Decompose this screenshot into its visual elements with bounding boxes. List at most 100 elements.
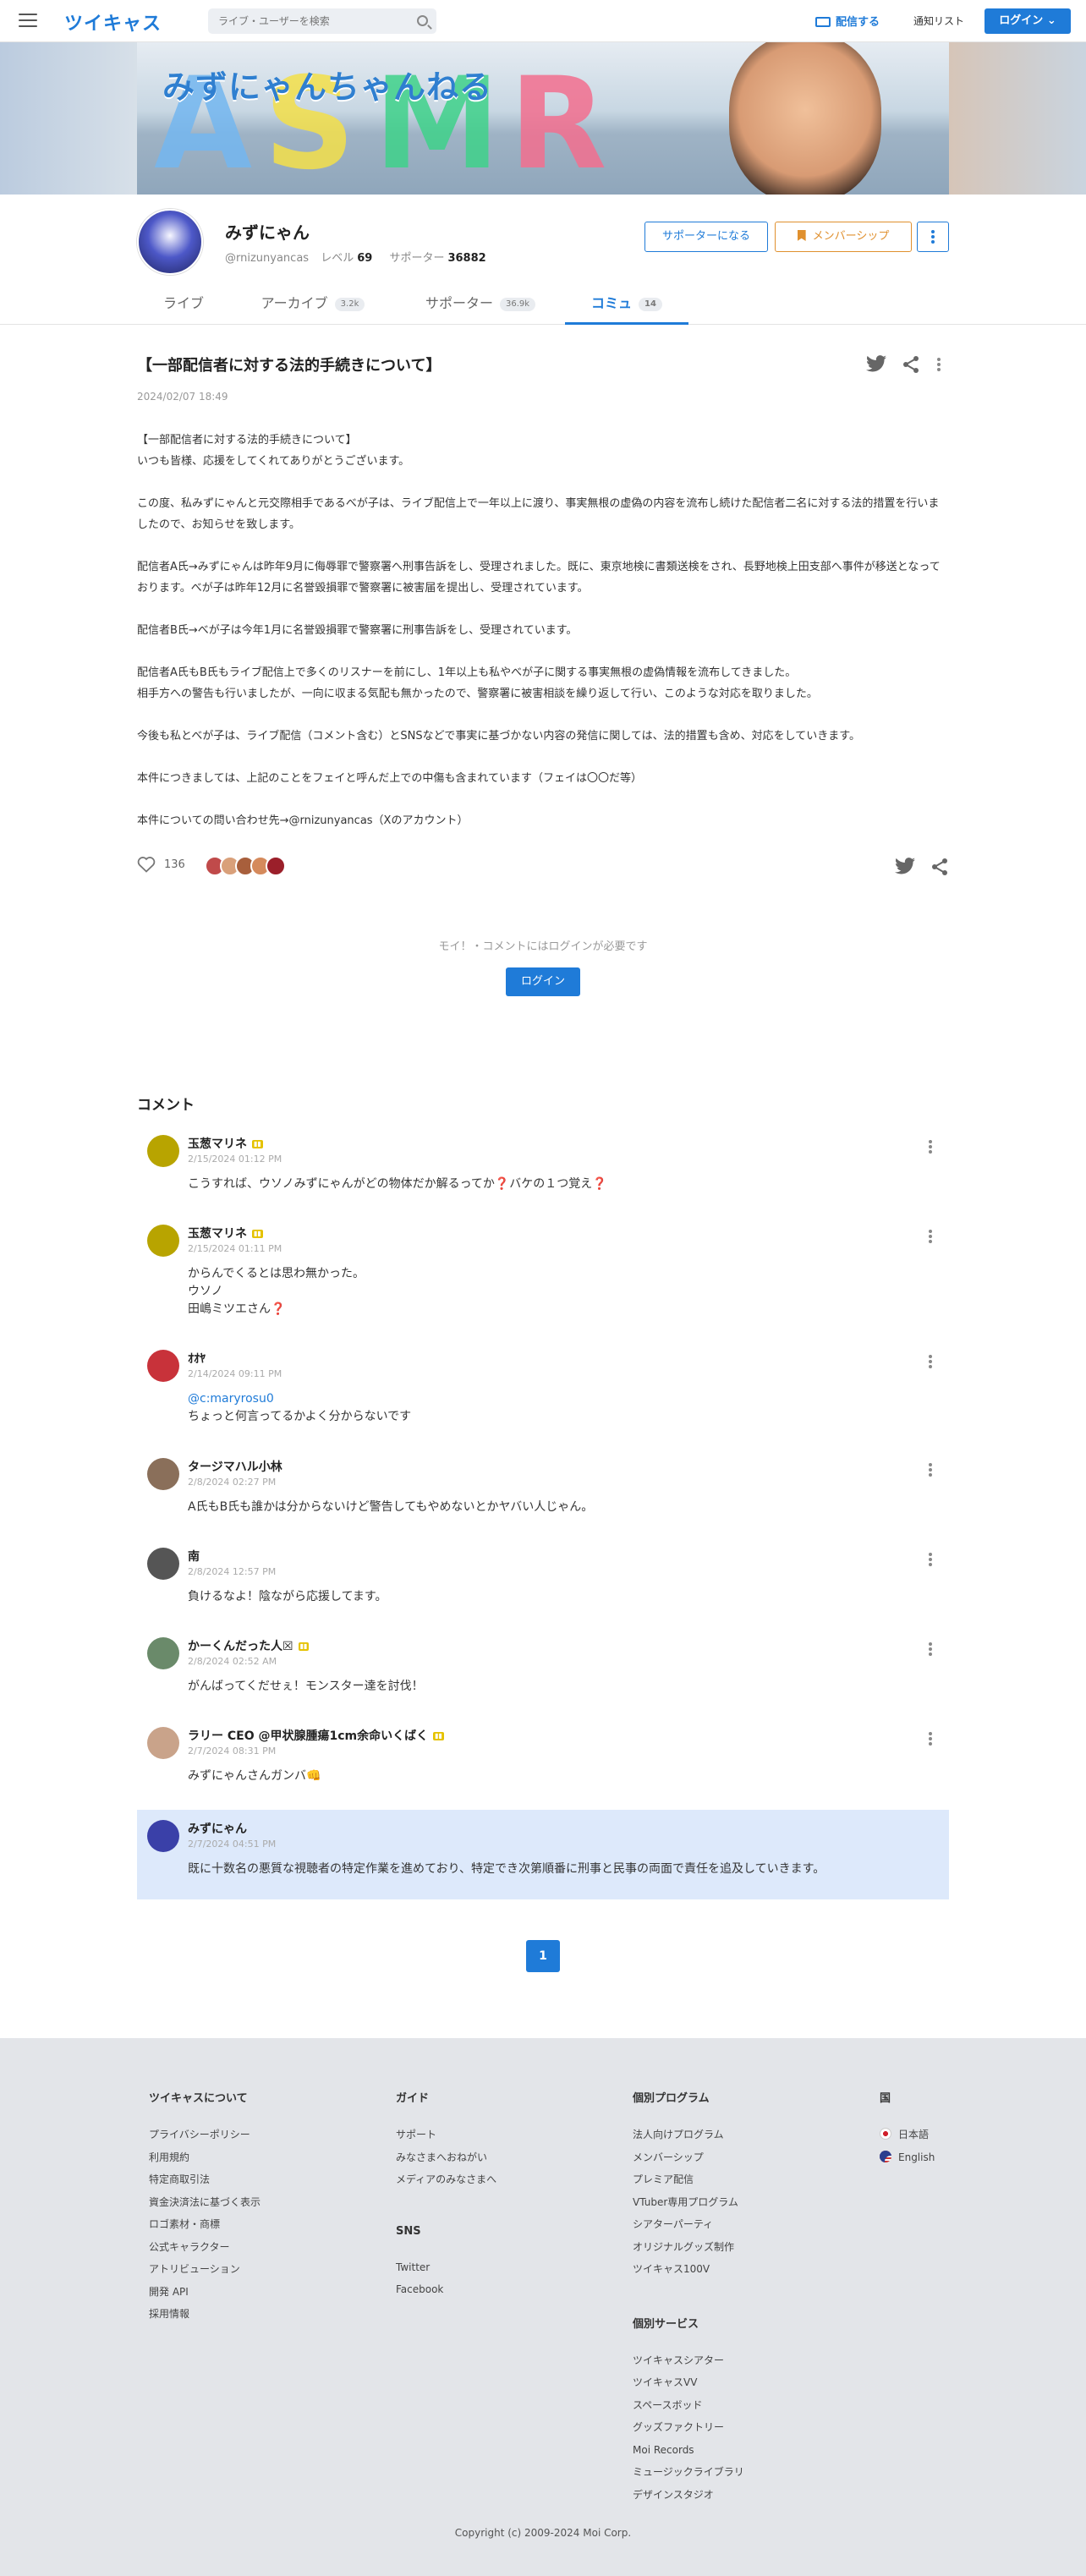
footer-link[interactable]: 日本語	[880, 2124, 935, 2146]
footer-country: 国 日本語 English	[880, 2089, 935, 2168]
japan-flag-icon	[880, 2128, 891, 2140]
comment-date: 2/7/2024 04:51 PM	[188, 1839, 277, 1850]
footer-link[interactable]: メディアのみなさまへ	[396, 2168, 496, 2191]
footer-link[interactable]: 開発 API	[149, 2281, 261, 2304]
become-supporter-button[interactable]: サポーターになる	[644, 222, 768, 252]
commenter-name[interactable]: かーくんだった人☒ ▮▮	[188, 1637, 310, 1654]
footer-link[interactable]: プライバシーポリシー	[149, 2124, 261, 2146]
footer-link[interactable]: デザインスタジオ	[633, 2484, 744, 2507]
comment-more-icon[interactable]	[922, 1641, 939, 1658]
share-icon[interactable]	[930, 858, 949, 876]
notification-list-link[interactable]: 通知リスト	[913, 14, 964, 28]
membership-button[interactable]: メンバーシップ	[775, 222, 912, 252]
footer-link[interactable]: ミュージックライブラリ	[633, 2461, 744, 2484]
search-box[interactable]	[208, 8, 436, 34]
footer-link[interactable]: 資金決済法に基づく表示	[149, 2191, 261, 2214]
post-paragraph: 配信者B氏→べが子は今年1月に名誉毀損罪で警察署に刑事告訴をし、受理されています…	[137, 624, 578, 637]
footer-link[interactable]: English	[880, 2146, 935, 2169]
footer-link[interactable]: ツイキャスシアター	[633, 2349, 744, 2372]
footer-link[interactable]: シアターパーティ	[633, 2213, 744, 2236]
footer-link[interactable]: メンバーシップ	[633, 2146, 744, 2169]
footer-link[interactable]: VTuber専用プログラム	[633, 2191, 744, 2214]
channel-avatar[interactable]	[137, 209, 203, 275]
footer-link[interactable]: Facebook	[396, 2278, 496, 2301]
login-required-note: モイ！・コメントにはログインが必要です	[438, 940, 648, 953]
commenter-name[interactable]: タージマハル小林	[188, 1458, 282, 1475]
commenter-name[interactable]: 玉葱マリネ ▮▮	[188, 1225, 263, 1241]
commenter-avatar[interactable]	[147, 1458, 179, 1490]
bookmark-icon	[797, 230, 806, 241]
like-count: 136	[164, 858, 185, 871]
tab-community[interactable]: コミュ 14	[565, 284, 688, 325]
footer-link[interactable]: アトリビューション	[149, 2258, 261, 2281]
tab-live[interactable]: ライブ	[149, 284, 218, 325]
hamburger-menu-icon[interactable]	[19, 14, 37, 29]
supporter-badge-icon: ▮▮	[252, 1140, 263, 1148]
commenter-name[interactable]: ラリー CEO @甲状腺腫瘍1cm余命いくばく ▮▮	[188, 1727, 444, 1744]
footer-link[interactable]: グッズファクトリー	[633, 2416, 744, 2439]
commenter-avatar[interactable]	[147, 1548, 179, 1580]
commenter-name[interactable]: 玉葱マリネ ▮▮	[188, 1135, 263, 1152]
footer-link[interactable]: サポート	[396, 2124, 496, 2146]
heart-icon[interactable]	[137, 856, 156, 873]
footer-link[interactable]: 特定商取引法	[149, 2168, 261, 2191]
comment-mention-link[interactable]: @c:maryrosu0	[188, 1392, 274, 1406]
more-options-button[interactable]	[917, 222, 949, 252]
copyright: Copyright (c) 2009-2024 Moi Corp.	[454, 2527, 632, 2539]
footer-link[interactable]: ツイキャスVV	[633, 2371, 744, 2394]
commenter-avatar[interactable]	[147, 1350, 179, 1382]
footer-link[interactable]: スペースボッド	[633, 2394, 744, 2417]
comment-more-icon[interactable]	[922, 1730, 939, 1747]
commenter-avatar[interactable]	[147, 1820, 179, 1852]
twitter-share-icon[interactable]	[895, 858, 915, 874]
commenter-avatar[interactable]	[147, 1135, 179, 1167]
comment-item: ｵｵﾔ 2/14/2024 09:11 PM @c:maryrosu0 ちょっと何言…	[137, 1350, 949, 1426]
commenter-name[interactable]: ｵｵﾔ	[188, 1350, 206, 1367]
commenter-name[interactable]: みずにゃん	[188, 1820, 247, 1837]
tab-archive[interactable]: アーカイブ 3.2k	[242, 284, 384, 325]
post-more-icon[interactable]	[930, 355, 947, 374]
footer-link[interactable]: 採用情報	[149, 2303, 261, 2326]
share-icon[interactable]	[902, 355, 920, 374]
search-input[interactable]	[218, 8, 404, 34]
footer-link[interactable]: みなさまへおねがい	[396, 2146, 496, 2169]
comment-more-icon[interactable]	[922, 1228, 939, 1245]
footer-link[interactable]: Twitter	[396, 2256, 496, 2279]
footer-link[interactable]: Moi Records	[633, 2439, 744, 2462]
chevron-down-icon: ⌄	[1046, 14, 1056, 27]
footer-link[interactable]: ツイキャス100V	[633, 2258, 744, 2281]
comment-text: みずにゃんさんガンバ👊	[188, 1769, 321, 1783]
commenter-avatar[interactable]	[147, 1637, 179, 1669]
footer-link[interactable]: ロゴ素材・商標	[149, 2213, 261, 2236]
banner-face-photo	[729, 42, 881, 195]
footer-link[interactable]: 利用規約	[149, 2146, 261, 2169]
post-paragraph: 今後も私とべが子は、ライブ配信（コメント含む）とSNSなどで事実に基づかない内容…	[137, 730, 860, 743]
login-button[interactable]: ログイン	[506, 967, 580, 996]
footer-link[interactable]: オリジナルグッズ制作	[633, 2236, 744, 2259]
post-body: 【一部配信者に対する法的手続きについて】 いつも皆様、応援をしてくれてありがとう…	[137, 430, 949, 852]
post-title: 【一部配信者に対する法的手続きについて】	[137, 357, 442, 375]
supporter-badge-icon: ▮▮	[433, 1732, 444, 1740]
commenter-name[interactable]: 南	[188, 1548, 200, 1565]
footer-link[interactable]: 法人向けプログラム	[633, 2124, 744, 2146]
comment-more-icon[interactable]	[922, 1353, 939, 1370]
footer-link[interactable]: プレミア配信	[633, 2168, 744, 2191]
pagination-page-1[interactable]: 1	[526, 1940, 560, 1972]
twitter-share-icon[interactable]	[866, 355, 886, 372]
banner-title: みずにゃんちゃんねる	[162, 69, 493, 106]
login-dropdown-button[interactable]: ログイン ⌄	[985, 8, 1071, 34]
footer-about: ツイキャスについて プライバシーポリシー 利用規約 特定商取引法 資金決済法に基づく表…	[149, 2089, 261, 2326]
commenter-avatar[interactable]	[147, 1727, 179, 1759]
search-icon[interactable]	[417, 15, 428, 26]
comment-text: @c:maryrosu0 ちょっと何言ってるかよく分からないです	[188, 1392, 412, 1423]
footer-link[interactable]: 公式キャラクター	[149, 2236, 261, 2259]
comment-more-icon[interactable]	[922, 1551, 939, 1568]
site-logo[interactable]: ツイキャス	[64, 8, 162, 36]
comment-more-icon[interactable]	[922, 1461, 939, 1478]
commenter-avatar[interactable]	[147, 1225, 179, 1257]
broadcast-button[interactable]: 配信する	[815, 13, 880, 29]
comment-date: 2/14/2024 09:11 PM	[188, 1368, 282, 1379]
comment-more-icon[interactable]	[922, 1138, 939, 1155]
supporter-badge-icon: ▮▮	[298, 1642, 310, 1651]
tab-supporters[interactable]: サポーター 36.9k	[409, 284, 551, 325]
